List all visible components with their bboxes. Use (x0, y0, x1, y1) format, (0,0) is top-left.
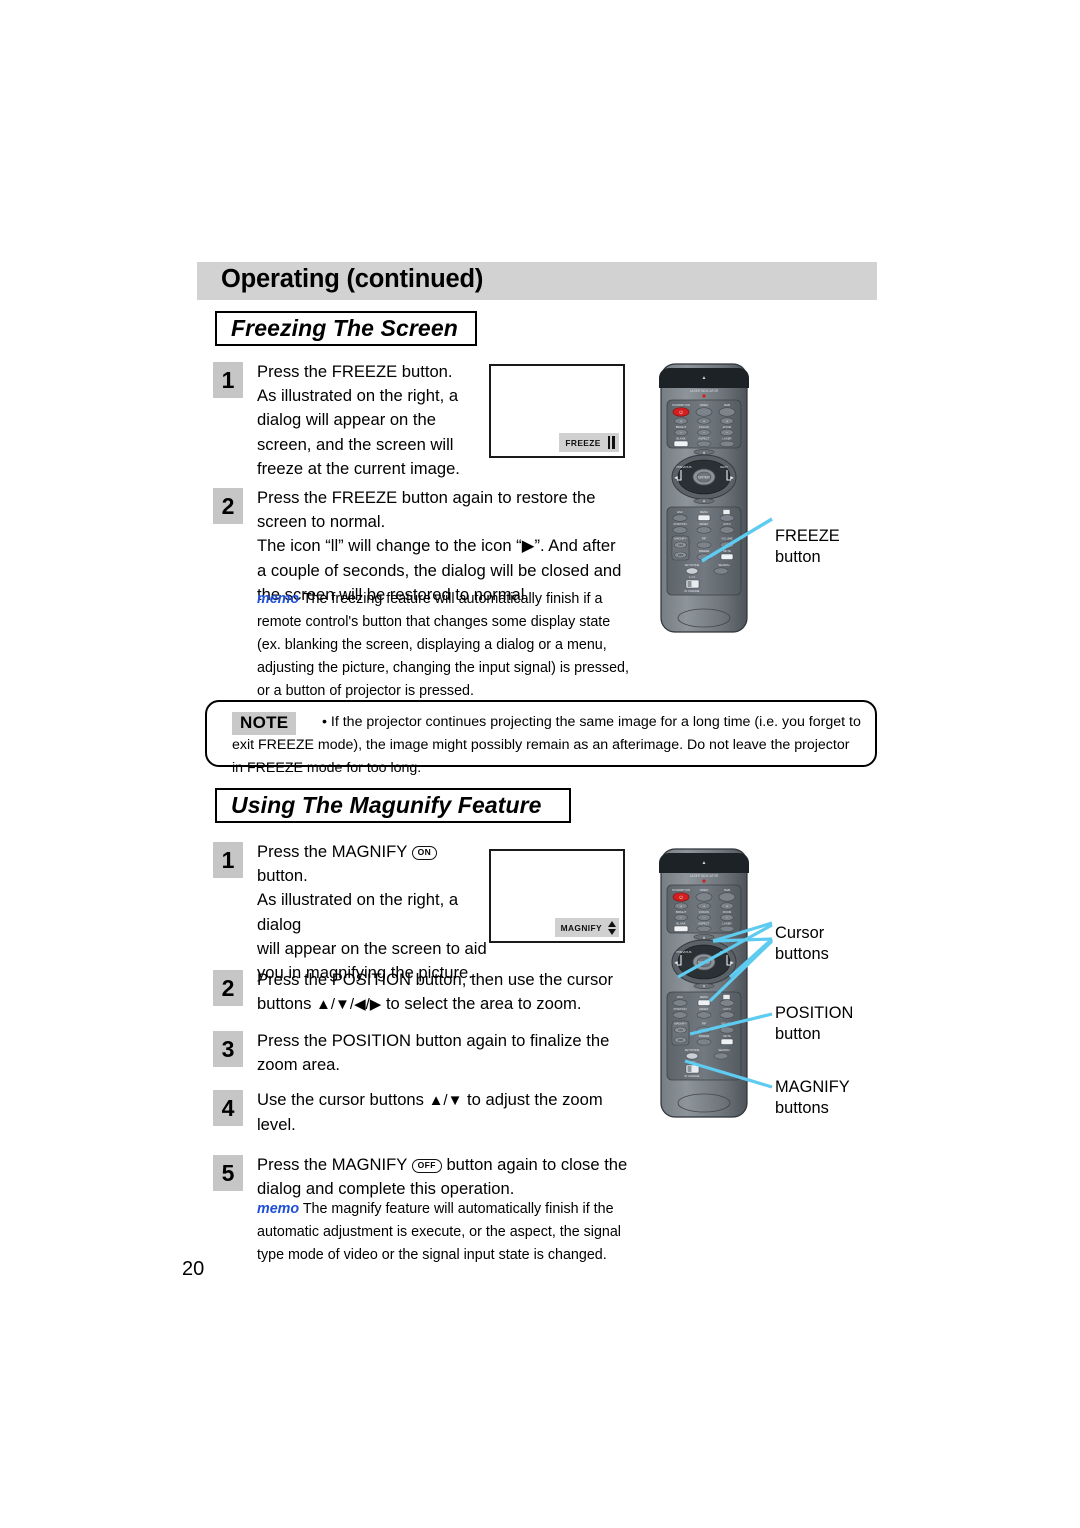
callout-freeze-button: FREEZE button (775, 527, 840, 566)
step-text-line2: dialog and complete this operation. (257, 1179, 515, 1199)
cursor-arrows-icon: ▲/▼/◀/▶ (316, 996, 382, 1014)
step-text: Press the POSITION button, then use the … (257, 968, 613, 1017)
magnify-osd-dialog: MAGNIFY (554, 918, 619, 937)
page-header-bar: Operating (continued) (197, 262, 877, 300)
svg-text:ZOOM: ZOOM (723, 425, 732, 429)
svg-text:FOCUS: FOCUS (699, 425, 709, 429)
step-number-badge: 3 (213, 1031, 243, 1067)
cursor-arrows-icon: ▲/▼ (428, 1092, 463, 1109)
note-text: • If the projector continues projecting … (232, 714, 861, 776)
svg-text:◀: ◀ (674, 475, 678, 480)
svg-text:VIDEO: VIDEO (700, 888, 710, 892)
memo-freeze: memo The freezing feature will automatic… (257, 588, 635, 703)
memo-tag: memo (257, 591, 300, 607)
svg-text:RGB: RGB (724, 403, 730, 407)
step-number-badge: 4 (213, 1090, 243, 1126)
up-down-arrows-icon (608, 920, 616, 935)
step-text: Use the cursor buttons ▲/▼ to adjust the… (257, 1088, 603, 1137)
page-title: Operating (continued) (221, 265, 484, 293)
svg-text:OFF: OFF (678, 553, 684, 557)
svg-text:POSITION: POSITION (674, 522, 687, 526)
remote-control-illustration-freeze: ▲ LASER INDICATOR STANDBY/ON VIDEO RGB ⏻… (659, 363, 749, 633)
step-text-line2: level. (257, 1115, 296, 1135)
step-text-post: to adjust the zoom (462, 1090, 603, 1109)
manual-page: Operating (continued) Freezing The Scree… (0, 0, 1080, 1528)
step-text-line1: Press the POSITION button, then use the … (257, 970, 614, 989)
svg-text:ENTER: ENTER (698, 476, 710, 480)
magnify-on-icon: ON (411, 846, 438, 860)
svg-text:STANDBY/ON: STANDBY/ON (672, 403, 690, 407)
section-title-freezing-label: Freezing The Screen (231, 315, 458, 341)
svg-text:LASER INDICATOR: LASER INDICATOR (690, 389, 719, 393)
pause-icon (607, 436, 615, 449)
section-title-magnify: Using The Magunify Feature (215, 788, 571, 823)
svg-text:+: + (726, 419, 728, 423)
memo-text: The freezing feature will automatically … (257, 591, 629, 699)
svg-text:+: + (680, 419, 682, 423)
svg-text:▲: ▲ (702, 450, 706, 454)
svg-text:ASPECT: ASPECT (698, 437, 709, 441)
step-number-badge: 5 (213, 1155, 243, 1191)
svg-text:⏻: ⏻ (679, 410, 683, 415)
step-text: Press the FREEZE button. As illustrated … (257, 362, 460, 478)
step-text-line2-post: to select the area to zoom. (381, 994, 582, 1014)
step-text: Press the MAGNIFY OFF button again to cl… (257, 1153, 627, 1201)
svg-text:KEYSTONE: KEYSTONE (685, 563, 700, 567)
svg-text:1 2 3: 1 2 3 (689, 575, 695, 579)
step-number-badge: 2 (213, 488, 243, 524)
magnify-screen-illustration: MAGNIFY (489, 849, 625, 943)
svg-text:RGB: RGB (724, 888, 730, 892)
magnify-off-icon: OFF (411, 1159, 442, 1173)
step-number-badge: 1 (213, 842, 243, 878)
freeze-osd-dialog: FREEZE (559, 433, 619, 452)
callout-magnify-buttons: MAGNIFY buttons (775, 1078, 850, 1117)
svg-text:ESC: ESC (677, 510, 683, 514)
svg-text:ID CHANGE: ID CHANGE (685, 589, 700, 593)
svg-text:▶: ▶ (730, 475, 734, 480)
step-text-post: button again to close the (441, 1155, 628, 1174)
step-text-pre: Press the MAGNIFY (257, 842, 412, 861)
svg-text:▼: ▼ (702, 500, 706, 504)
section-title-freezing: Freezing The Screen (215, 311, 477, 346)
callout-lines-magnify (677, 921, 774, 1089)
callout-position-button: POSITION button (775, 1004, 854, 1043)
magnify-osd-label: MAGNIFY (560, 922, 602, 933)
step-text-line2-pre: buttons (257, 994, 317, 1014)
section-title-magnify-label: Using The Magunify Feature (231, 792, 542, 818)
svg-text:−: − (703, 431, 705, 435)
step-text: Press the POSITION button again to final… (257, 1031, 610, 1075)
callout-cursor-buttons: Cursor buttons (775, 924, 829, 963)
memo-text: The magnify feature will automatically f… (257, 1201, 621, 1263)
step-text-pre: Use the cursor buttons (257, 1090, 429, 1109)
svg-text:LASER INDICATOR: LASER INDICATOR (690, 874, 719, 878)
svg-text:VIDEO: VIDEO (700, 403, 710, 407)
svg-text:▲: ▲ (702, 860, 707, 866)
freeze-screen-illustration: FREEZE (489, 364, 625, 458)
step-number-badge: 1 (213, 362, 243, 398)
note-tag: NOTE (232, 712, 297, 735)
svg-text:STANDBY/ON: STANDBY/ON (672, 888, 690, 892)
note-box: • If the projector continues projecting … (205, 700, 877, 776)
memo-tag: memo (257, 1201, 300, 1217)
svg-text:−: − (680, 431, 682, 435)
svg-text:NEXT: NEXT (720, 465, 728, 469)
svg-text:+: + (703, 419, 705, 423)
svg-text:BRIGHT: BRIGHT (676, 425, 687, 429)
svg-text:BLANK: BLANK (676, 437, 685, 441)
svg-text:LASER: LASER (722, 437, 731, 441)
step-number-badge: 2 (213, 970, 243, 1006)
step-text: Press the MAGNIFY ON button. As illustra… (257, 840, 503, 985)
memo-magnify: memo The magnify feature will automatica… (257, 1198, 629, 1267)
svg-text:−: − (726, 431, 728, 435)
freeze-osd-label: FREEZE (565, 437, 601, 448)
svg-text:PREVIOUS: PREVIOUS (677, 465, 692, 469)
step-text-pre: Press the MAGNIFY (257, 1155, 412, 1174)
svg-text:MAGNIFY: MAGNIFY (674, 537, 686, 541)
page-number: 20 (182, 1258, 205, 1280)
svg-text:ON: ON (678, 543, 682, 547)
step-text-rest: button. As illustrated on the right, a d… (257, 866, 487, 983)
svg-text:▲: ▲ (702, 375, 707, 381)
